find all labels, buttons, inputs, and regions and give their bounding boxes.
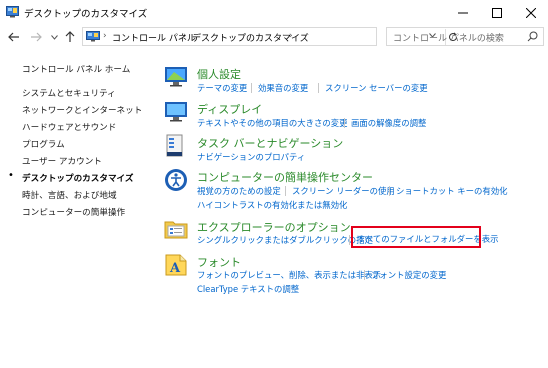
sidebar-item-ease-of-access[interactable]: コンピューターの簡単操作 — [22, 206, 125, 218]
display-icon — [165, 102, 187, 122]
link-separator — [349, 235, 350, 245]
link-high-contrast[interactable]: ハイコントラストの有効化または無効化 — [197, 199, 347, 211]
link-separator — [251, 83, 252, 93]
chevron-right-icon: › — [103, 31, 107, 41]
sidebar-item-hardware[interactable]: ハードウェアとサウンド — [22, 121, 116, 133]
close-button[interactable] — [514, 0, 548, 26]
link-cleartype[interactable]: ClearType テキストの調整 — [197, 283, 299, 295]
address-bar[interactable]: › コントロール パネル › デスクトップのカスタマイズ › — [82, 27, 457, 46]
taskbar-icon — [166, 134, 183, 157]
close-icon — [526, 8, 536, 18]
link-navigation-properties[interactable]: ナビゲーションのプロパティ — [197, 151, 305, 163]
up-arrow-icon — [65, 31, 75, 42]
title-bar: デスクトップのカスタマイズ — [0, 0, 548, 26]
maximize-icon — [492, 8, 502, 18]
window-title: デスクトップのカスタマイズ — [24, 9, 148, 20]
control-panel-icon — [86, 31, 100, 42]
sidebar-item-clock-language[interactable]: 時計、言語、および地域 — [22, 189, 117, 201]
control-panel-icon — [6, 6, 19, 18]
category-title-ease-of-access[interactable]: コンピューターの簡単操作センター — [197, 169, 373, 185]
sidebar-item-system-security[interactable]: システムとセキュリティ — [22, 87, 116, 99]
category-title-explorer-options[interactable]: エクスプローラーのオプション — [197, 219, 351, 235]
explorer-options-icon — [164, 221, 188, 239]
link-text-size[interactable]: テキストやその他の項目の大きさの変更 — [197, 117, 348, 129]
link-screen-resolution[interactable]: 画面の解像度の調整 — [351, 117, 426, 129]
forward-button[interactable] — [28, 29, 44, 45]
chevron-down-icon — [50, 34, 58, 40]
link-separator — [364, 270, 365, 280]
link-separator — [344, 118, 345, 128]
sidebar-item-programs[interactable]: プログラム — [22, 138, 65, 150]
sidebar-item-home[interactable]: コントロール パネル ホーム — [22, 63, 130, 75]
forward-arrow-icon — [31, 32, 42, 42]
sidebar-item-network[interactable]: ネットワークとインターネット — [22, 104, 142, 116]
category-title-personalization[interactable]: 個人設定 — [197, 66, 241, 82]
sidebar-item-desktop-customize[interactable]: デスクトップのカスタマイズ — [22, 172, 133, 184]
link-click-options[interactable]: シングルクリックまたはダブルクリックの指定 — [197, 234, 373, 246]
highlight-box — [351, 226, 481, 248]
category-title-fonts[interactable]: フォント — [197, 254, 241, 270]
link-separator — [389, 186, 390, 196]
back-arrow-icon — [8, 32, 19, 42]
link-change-screensaver[interactable]: スクリーン セーバーの変更 — [325, 82, 428, 94]
chevron-right-icon: › — [183, 31, 187, 41]
minimize-button[interactable] — [446, 0, 480, 26]
link-shortcut-keys[interactable]: ショートカット キーの有効化 — [396, 185, 508, 197]
ease-of-access-icon — [165, 169, 187, 191]
search-placeholder: コントロール パネルの検索 — [393, 34, 504, 44]
search-input[interactable]: コントロール パネルの検索 — [386, 27, 544, 46]
chevron-right-icon: › — [289, 31, 293, 41]
up-button[interactable] — [62, 29, 78, 45]
link-change-sounds[interactable]: 効果音の変更 — [258, 82, 308, 94]
svg-text:A: A — [169, 261, 181, 276]
link-separator — [318, 83, 319, 93]
search-icon — [527, 31, 538, 42]
link-change-theme[interactable]: テーマの変更 — [197, 82, 247, 94]
link-screen-reader[interactable]: スクリーン リーダーの使用 — [292, 185, 395, 197]
current-item-bullet: • — [8, 170, 14, 181]
link-separator — [285, 186, 286, 196]
link-font-settings[interactable]: フォント設定の変更 — [371, 269, 446, 281]
recent-locations-button[interactable] — [46, 29, 62, 45]
fonts-icon: A — [165, 254, 187, 276]
sidebar-item-user-accounts[interactable]: ユーザー アカウント — [22, 155, 102, 167]
link-font-preview[interactable]: フォントのプレビュー、削除、表示または非表示 — [197, 269, 381, 281]
personalization-icon — [165, 67, 187, 87]
category-title-taskbar[interactable]: タスク バーとナビゲーション — [197, 135, 343, 151]
category-title-display[interactable]: ディスプレイ — [197, 101, 262, 117]
back-button[interactable] — [6, 29, 22, 45]
maximize-button[interactable] — [480, 0, 514, 26]
minimize-icon — [458, 12, 468, 14]
link-vision-settings[interactable]: 視覚の方のための設定 — [197, 185, 281, 197]
